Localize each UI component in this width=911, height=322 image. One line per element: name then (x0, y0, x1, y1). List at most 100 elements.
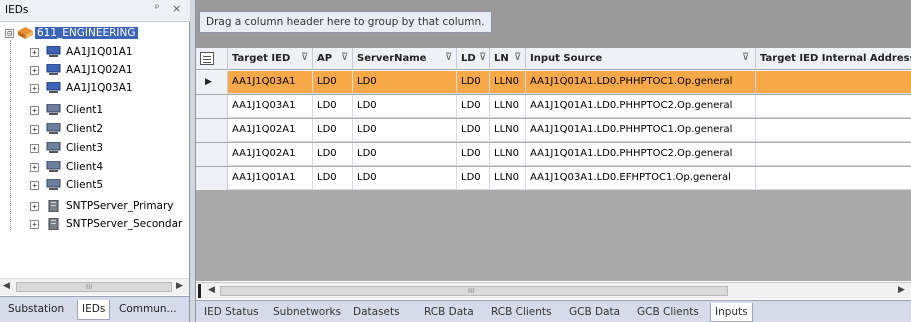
cell-target-ied[interactable]: AA1J1Q01A1 (228, 167, 313, 190)
tab-inputs[interactable]: Inputs (710, 303, 753, 322)
tree-horizontal-scrollbar[interactable]: ◀ III ▶ (0, 278, 189, 295)
tree-node[interactable]: + AA1J1Q02A1 (0, 62, 189, 80)
cell-ld[interactable]: LD0 (457, 167, 490, 190)
collapse-icon[interactable]: ⊟ (5, 29, 14, 38)
cell-internal-address[interactable] (756, 167, 911, 190)
tab-rcb-data[interactable]: RCB Data (420, 303, 478, 322)
tree-node[interactable]: + AA1J1Q01A1 (0, 44, 189, 62)
expand-icon[interactable]: + (30, 66, 39, 75)
expand-icon[interactable]: + (30, 125, 39, 134)
table-row[interactable]: AA1J1Q01A1 LD0 LD0 LD0 LLN0 AA1J1Q03A1.L… (196, 167, 911, 190)
tab-rcb-clients[interactable]: RCB Clients (487, 303, 556, 322)
scroll-right-arrow-icon[interactable]: ▶ (176, 281, 183, 291)
filter-icon[interactable]: ⊽ (301, 52, 308, 63)
tree-node[interactable]: + Client3 (0, 140, 189, 158)
tree-node[interactable]: + Client1 (0, 102, 189, 120)
row-header[interactable] (196, 95, 228, 118)
close-icon[interactable]: × (172, 2, 181, 15)
cell-ap[interactable]: LD0 (313, 143, 353, 166)
tab-ied-status[interactable]: IED Status (200, 303, 263, 322)
filter-icon[interactable]: ⊽ (445, 52, 452, 63)
tab-substation[interactable]: Substation (4, 300, 68, 320)
column-header-ap[interactable]: AP ⊽ (313, 48, 353, 70)
tree-node[interactable]: + AA1J1Q03A1 (0, 80, 189, 98)
table-row[interactable]: AA1J1Q03A1 LD0 LD0 LD0 LLN0 AA1J1Q01A1.L… (196, 95, 911, 118)
cell-ld[interactable]: LD0 (457, 119, 490, 142)
tree-node[interactable]: + Client5 (0, 177, 189, 195)
cell-internal-address[interactable] (756, 95, 911, 118)
expand-icon[interactable]: + (30, 106, 39, 115)
column-header-ld[interactable]: LD ⊽ (457, 48, 490, 70)
row-header[interactable]: ▶ (196, 71, 228, 94)
tree-node[interactable]: + SNTPServer_Secondar (0, 216, 189, 234)
tree-node[interactable]: + SNTPServer_Primary (0, 198, 189, 216)
scroll-left-arrow-icon[interactable]: ◀ (3, 281, 10, 291)
cell-ld[interactable]: LD0 (457, 143, 490, 166)
cell-ln[interactable]: LLN0 (490, 71, 526, 94)
cell-ap[interactable]: LD0 (313, 167, 353, 190)
cell-servername[interactable]: LD0 (353, 167, 457, 190)
scroll-left-arrow-icon[interactable]: ◀ (208, 285, 215, 295)
row-header[interactable] (196, 167, 228, 190)
tab-ieds[interactable]: IEDs (77, 300, 111, 320)
tab-subnetworks[interactable]: Subnetworks (269, 303, 345, 322)
cell-input-source[interactable]: AA1J1Q01A1.LD0.PHHPTOC1.Op.general (526, 71, 756, 94)
cell-ln[interactable]: LLN0 (490, 119, 526, 142)
filter-icon[interactable]: ⊽ (341, 52, 348, 63)
tab-gcb-clients[interactable]: GCB Clients (633, 303, 703, 322)
cell-target-ied[interactable]: AA1J1Q03A1 (228, 95, 313, 118)
table-row[interactable]: AA1J1Q02A1 LD0 LD0 LD0 LLN0 AA1J1Q01A1.L… (196, 119, 911, 142)
column-header-servername[interactable]: ServerName ⊽ (353, 48, 457, 70)
column-chooser[interactable] (196, 48, 228, 70)
table-row[interactable]: ▶ AA1J1Q03A1 LD0 LD0 LD0 LLN0 AA1J1Q01A1… (196, 71, 911, 94)
column-header-target-ied[interactable]: Target IED ⊽ (228, 48, 313, 70)
cell-internal-address[interactable] (756, 119, 911, 142)
cell-servername[interactable]: LD0 (353, 71, 457, 94)
tab-communication[interactable]: Commun... (115, 300, 181, 320)
filter-icon[interactable]: ⊽ (742, 52, 749, 63)
cell-input-source[interactable]: AA1J1Q01A1.LD0.PHHPTOC1.Op.general (526, 119, 756, 142)
filter-icon[interactable]: ⊽ (479, 52, 486, 63)
pin-icon[interactable]: ᵖ (155, 3, 159, 14)
cell-input-source[interactable]: AA1J1Q03A1.LD0.EFHPTOC1.Op.general (526, 167, 756, 190)
cell-servername[interactable]: LD0 (353, 95, 457, 118)
expand-icon[interactable]: + (30, 163, 39, 172)
cell-ap[interactable]: LD0 (313, 95, 353, 118)
cell-ln[interactable]: LLN0 (490, 95, 526, 118)
cell-internal-address[interactable] (756, 143, 911, 166)
expand-icon[interactable]: + (30, 181, 39, 190)
tab-gcb-data[interactable]: GCB Data (565, 303, 624, 322)
expand-icon[interactable]: + (30, 220, 39, 229)
cell-ld[interactable]: LD0 (457, 71, 490, 94)
tree-node[interactable]: + Client4 (0, 159, 189, 177)
cell-servername[interactable]: LD0 (353, 143, 457, 166)
column-header-input-source[interactable]: Input Source ⊽ (526, 48, 756, 70)
group-by-area[interactable]: Drag a column header here to group by th… (196, 0, 911, 48)
expand-icon[interactable]: + (30, 202, 39, 211)
tree-node[interactable]: + Client2 (0, 121, 189, 139)
cell-target-ied[interactable]: AA1J1Q02A1 (228, 119, 313, 142)
grid-horizontal-scrollbar[interactable]: ◀ III ▶ (196, 282, 911, 299)
column-header-target-ied-internal-address[interactable]: Target IED Internal Address (756, 48, 911, 70)
tree-root-node[interactable]: ⊟ 611_ENGINEERING (0, 25, 189, 43)
cell-input-source[interactable]: AA1J1Q01A1.LD0.PHHPTOC2.Op.general (526, 143, 756, 166)
cell-target-ied[interactable]: AA1J1Q03A1 (228, 71, 313, 94)
cell-servername[interactable]: LD0 (353, 119, 457, 142)
expand-icon[interactable]: + (30, 144, 39, 153)
cell-input-source[interactable]: AA1J1Q01A1.LD0.PHHPTOC2.Op.general (526, 95, 756, 118)
cell-ap[interactable]: LD0 (313, 119, 353, 142)
column-header-ln[interactable]: LN ⊽ (490, 48, 526, 70)
row-header[interactable] (196, 119, 228, 142)
expand-icon[interactable]: + (30, 84, 39, 93)
tab-datasets[interactable]: Datasets (349, 303, 404, 322)
column-chooser-icon[interactable] (200, 52, 214, 65)
table-row[interactable]: AA1J1Q02A1 LD0 LD0 LD0 LLN0 AA1J1Q01A1.L… (196, 143, 911, 166)
cell-ln[interactable]: LLN0 (490, 143, 526, 166)
cell-ln[interactable]: LLN0 (490, 167, 526, 190)
cell-ap[interactable]: LD0 (313, 71, 353, 94)
row-header[interactable] (196, 143, 228, 166)
filter-icon[interactable]: ⊽ (514, 52, 521, 63)
expand-icon[interactable]: + (30, 48, 39, 57)
scrollbar-thumb[interactable] (16, 282, 172, 292)
cell-target-ied[interactable]: AA1J1Q02A1 (228, 143, 313, 166)
